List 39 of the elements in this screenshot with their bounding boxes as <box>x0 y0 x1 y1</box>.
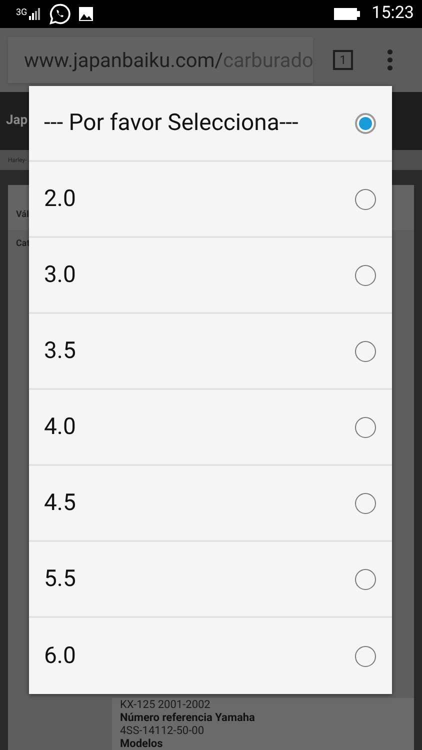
radio-button[interactable] <box>355 340 376 362</box>
section-title: Cat <box>15 238 31 251</box>
image-icon <box>79 7 94 21</box>
network-label: 3G <box>16 7 28 20</box>
option-label: 4.5 <box>44 488 77 518</box>
option-row[interactable]: 3.0 <box>29 238 392 314</box>
option-row[interactable]: 2.0 <box>29 162 392 238</box>
battery-icon <box>334 8 360 20</box>
detail-label: Número referencia Yamaha <box>120 711 256 724</box>
option-row[interactable]: --- Por favor Selecciona--- <box>29 86 392 162</box>
radio-button[interactable] <box>355 188 376 210</box>
site-logo-text: Jap <box>6 112 28 130</box>
menu-icon[interactable] <box>387 49 393 71</box>
option-label: 6.0 <box>44 640 77 671</box>
option-row[interactable]: 5.5 <box>29 542 392 618</box>
radio-button[interactable] <box>355 492 376 514</box>
option-row[interactable]: 6.0 <box>29 618 392 694</box>
option-label: --- Por favor Selecciona--- <box>44 108 300 138</box>
option-row[interactable]: 4.5 <box>29 466 392 542</box>
radio-button[interactable] <box>355 568 376 590</box>
radio-button[interactable] <box>355 416 376 438</box>
url-host: www.japanbaiku.com/ <box>24 47 224 74</box>
option-label: 3.0 <box>44 260 77 290</box>
detail-value: KX-125 2001-2002 <box>120 698 212 711</box>
radio-button[interactable] <box>355 646 376 666</box>
detail-label: Modelos <box>120 737 164 750</box>
option-label: 2.0 <box>44 184 77 214</box>
radio-button[interactable] <box>355 264 376 286</box>
option-row[interactable]: 4.0 <box>29 390 392 466</box>
signal-icon <box>29 8 42 20</box>
radio-button[interactable] <box>355 112 376 134</box>
clock-time: 15:23 <box>372 2 414 26</box>
option-row[interactable]: 3.5 <box>29 314 392 390</box>
option-label: 4.0 <box>44 412 77 442</box>
chat-bubble-icon <box>49 3 72 25</box>
detail-value: 4SS-14112-50-00 <box>120 724 206 737</box>
option-label: 5.5 <box>44 564 77 594</box>
option-label: 3.5 <box>44 336 77 366</box>
card-title: Vál <box>16 208 29 222</box>
